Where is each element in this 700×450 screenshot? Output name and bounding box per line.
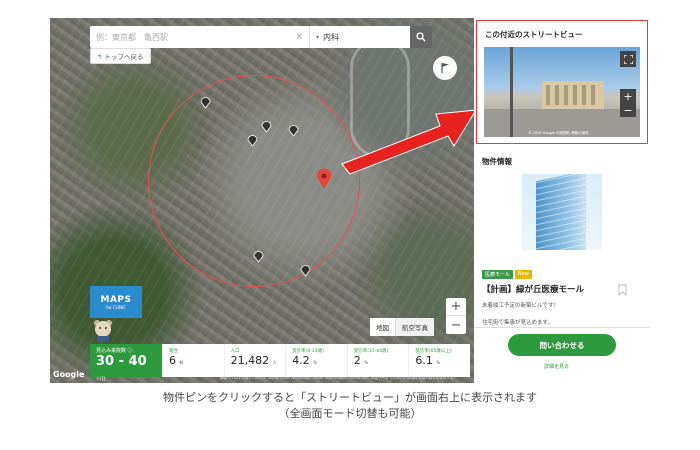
sv-zoom-in-button[interactable]: + xyxy=(620,89,636,103)
stat-rate-0-14: 受診率(0-14歳) 4.2 % xyxy=(285,344,347,377)
fullscreen-button[interactable] xyxy=(620,51,636,67)
flag-button[interactable] xyxy=(433,56,457,80)
streetview-title: この付近のストリートビュー xyxy=(485,30,583,39)
map-type-toggle: 地図 航空写真 xyxy=(370,318,434,336)
map-type-map[interactable]: 地図 xyxy=(370,318,395,336)
sv-zoom-out-button[interactable]: − xyxy=(620,103,636,117)
sv-zoom-control: + − xyxy=(620,89,636,117)
zoom-out-button[interactable]: − xyxy=(446,316,466,334)
search-placeholder: 例：東京都 亀西駅 xyxy=(96,32,168,42)
category-select[interactable]: ▾ 内科 xyxy=(310,26,410,48)
property-info-title: 物件情報 xyxy=(482,157,512,166)
search-bar: 例：東京都 亀西駅 × ▾ 内科 xyxy=(90,26,432,48)
side-panel: この付近のストリートビュー + − © 2020 Google 利用規約 問題の… xyxy=(474,18,650,383)
stat-value: 30 - 40 xyxy=(96,354,147,369)
property-desc-1: 未着竣工予定の新築ビルです！ xyxy=(482,303,560,309)
stat-value: 6.1 xyxy=(415,354,433,367)
stats-bar: 見込み来院数 ⓘ 30 - 40 人/日 競合 6 軒 人口 21,482 人 … xyxy=(90,344,470,381)
stat-unit: 軒 xyxy=(179,360,184,365)
stat-value: 4.2 xyxy=(292,354,310,367)
stat-unit: % xyxy=(364,360,369,365)
search-icon xyxy=(416,32,426,42)
caption: 物件ピンをクリックすると「ストリートビュー」が画面右上に表示されます （全画面モ… xyxy=(0,390,700,422)
google-logo: Google xyxy=(53,370,85,379)
category-value: 内科 xyxy=(323,32,340,42)
stat-unit: % xyxy=(313,360,317,365)
contact-button[interactable]: 問い合わせる xyxy=(508,334,616,356)
stat-competitors: 競合 6 軒 xyxy=(162,344,224,377)
stat-unit: 人/日 xyxy=(96,376,106,381)
stat-value: 2 xyxy=(353,354,361,367)
highlight-arrow-icon xyxy=(341,109,474,175)
stat-rate-65-plus: 受診率(65歳以上) 6.1 % xyxy=(408,344,470,377)
logo-main: MAPS xyxy=(100,294,132,305)
clinic-pin-icon[interactable] xyxy=(247,134,258,147)
property-image xyxy=(522,174,602,250)
clinic-pin-icon[interactable] xyxy=(288,124,299,137)
map-zoom-control: + − xyxy=(446,298,466,334)
close-icon[interactable]: × xyxy=(295,32,303,42)
divider xyxy=(474,327,650,328)
fullscreen-icon xyxy=(623,54,633,64)
search-button[interactable] xyxy=(410,26,432,48)
stat-value: 6 xyxy=(169,354,176,367)
property-pin-icon[interactable] xyxy=(316,168,332,190)
clinic-pin-icon[interactable] xyxy=(300,264,311,277)
sv-building xyxy=(542,81,604,109)
back-to-top-button[interactable]: ↰ トップへ戻る xyxy=(90,48,151,64)
property-desc-2: 住宅街で集患が見込めます。 xyxy=(482,320,553,326)
back-arrow-icon: ↰ xyxy=(97,53,103,61)
caption-line-2: （全画面モード切替も可能） xyxy=(278,407,422,420)
stat-expected-visits: 見込み来院数 ⓘ 30 - 40 人/日 xyxy=(90,344,162,381)
clinic-pin-icon[interactable] xyxy=(261,120,272,133)
streetview-copyright[interactable]: © 2020 Google 利用規約 問題の報告 xyxy=(528,131,589,136)
clinic-pin-icon[interactable] xyxy=(200,96,211,109)
map-type-satellite[interactable]: 航空写真 xyxy=(395,318,434,336)
sv-pole xyxy=(510,47,513,137)
building-graphic xyxy=(536,174,586,250)
streetview-section: この付近のストリートビュー + − © 2020 Google 利用規約 問題の… xyxy=(476,20,648,144)
search-input[interactable]: 例：東京都 亀西駅 × xyxy=(90,26,310,48)
caption-line-1: 物件ピンをクリックすると「ストリートビュー」が画面右上に表示されます xyxy=(163,391,537,404)
map-attribution[interactable]: 画像 ©2021 CNES / Airbus, Digital Earth Te… xyxy=(220,376,453,381)
bear-mascot-icon xyxy=(94,320,112,342)
tag-medical-mall: 医療モール xyxy=(482,270,514,279)
logo-sub: for CLINIC xyxy=(106,304,126,310)
clinic-pin-icon[interactable] xyxy=(253,250,264,263)
stat-rate-15-64: 受診率(15-64歳) 2 % xyxy=(346,344,409,377)
zoom-in-button[interactable]: + xyxy=(446,298,466,316)
back-to-top-label: トップへ戻る xyxy=(104,53,144,61)
chevron-down-icon: ▾ xyxy=(316,33,320,41)
stat-population: 人口 21,482 人 xyxy=(223,344,286,377)
app-window: 例：東京都 亀西駅 × ▾ 内科 ↰ トップへ戻る MAPS for CLINI… xyxy=(50,18,650,383)
detail-link[interactable]: 詳細を見る xyxy=(544,363,569,370)
bookmark-icon[interactable] xyxy=(618,284,627,296)
property-name: 【計画】緑が丘医療モール xyxy=(482,285,585,295)
property-tags: 医療モール New xyxy=(482,270,532,279)
tag-new: New xyxy=(515,270,532,279)
satellite-map[interactable]: 例：東京都 亀西駅 × ▾ 内科 ↰ トップへ戻る MAPS for CLINI… xyxy=(50,18,474,383)
stat-value: 21,482 xyxy=(230,354,270,367)
maps-logo: MAPS for CLINIC xyxy=(90,286,142,318)
stat-unit: % xyxy=(436,360,441,365)
stat-unit: 人 xyxy=(272,360,277,365)
streetview-viewer[interactable]: + − © 2020 Google 利用規約 問題の報告 xyxy=(484,47,640,137)
flag-icon xyxy=(441,63,449,73)
